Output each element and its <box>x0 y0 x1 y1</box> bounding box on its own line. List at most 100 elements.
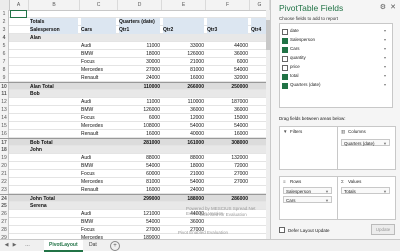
cell[interactable] <box>10 210 27 218</box>
field-checkbox[interactable] <box>282 46 288 53</box>
cell[interactable] <box>30 122 78 130</box>
cell[interactable]: 121000 <box>119 210 160 218</box>
field-item[interactable]: Quarters (date) ▾ <box>282 81 390 89</box>
row-number[interactable]: 20 <box>0 162 9 170</box>
select-all-corner[interactable] <box>0 0 10 10</box>
cell[interactable] <box>30 226 78 234</box>
cell[interactable] <box>30 170 78 178</box>
cell[interactable]: Alan <box>30 34 78 42</box>
cell[interactable] <box>81 146 116 154</box>
column-header-d[interactable]: D <box>118 0 162 10</box>
cell[interactable] <box>207 34 248 42</box>
cell[interactable]: Focus <box>81 58 116 66</box>
cell[interactable]: 36000 <box>207 106 248 114</box>
cell[interactable] <box>30 50 78 58</box>
row-number[interactable]: 23 <box>0 186 9 194</box>
cell[interactable] <box>119 10 160 18</box>
defer-checkbox[interactable] <box>279 227 285 233</box>
cell[interactable] <box>163 18 204 26</box>
cell[interactable] <box>10 226 27 234</box>
cell[interactable]: 81000 <box>163 66 204 74</box>
row-number[interactable]: 6 <box>0 50 9 58</box>
cell[interactable] <box>10 202 27 210</box>
field-item[interactable]: date ▾ <box>282 27 390 35</box>
cell[interactable]: 126000 <box>119 106 160 114</box>
cell[interactable]: 27000 <box>207 178 248 186</box>
prev-sheet-icon[interactable]: ◀ <box>3 242 10 249</box>
cell[interactable]: 54000 <box>207 122 248 130</box>
cell[interactable]: 36000 <box>163 106 204 114</box>
cell[interactable] <box>10 170 27 178</box>
cell[interactable] <box>10 98 27 106</box>
cell[interactable] <box>10 130 27 138</box>
cell[interactable]: Focus <box>81 114 116 122</box>
row-number[interactable]: 11 <box>0 90 9 98</box>
rows-area[interactable]: ≡ Rows Salesperson ▼ Cars ▼ <box>279 176 338 220</box>
field-checkbox[interactable] <box>282 82 288 89</box>
row-number[interactable]: 4 <box>0 34 9 42</box>
cell[interactable] <box>30 178 78 186</box>
rows-field-chip-cars[interactable]: Cars ▼ <box>283 196 332 203</box>
cell[interactable]: 27000 <box>119 226 160 234</box>
column-header-c[interactable]: C <box>80 0 118 10</box>
row-number[interactable]: 16 <box>0 130 9 138</box>
cell[interactable] <box>10 58 27 66</box>
update-button[interactable]: Update <box>371 224 395 235</box>
cell[interactable]: Cars <box>81 26 116 34</box>
cell[interactable]: BMW <box>81 162 116 170</box>
cell[interactable] <box>30 186 78 194</box>
cell[interactable] <box>10 34 27 42</box>
cell[interactable]: 36000 <box>207 50 248 58</box>
field-checkbox[interactable] <box>282 73 288 80</box>
row-number[interactable]: 3 <box>0 26 9 34</box>
cell[interactable] <box>207 146 248 154</box>
columns-area[interactable]: ▥ Columns Quarters (date) ▼ <box>337 126 396 170</box>
field-checkbox[interactable] <box>282 28 288 35</box>
defer-layout-update[interactable]: Defer Layout Update <box>279 226 330 233</box>
cell[interactable]: John <box>30 146 78 154</box>
cell[interactable]: Salesperson <box>30 26 78 34</box>
cell[interactable]: Mercedes <box>81 122 116 130</box>
cell[interactable]: Focus <box>81 170 116 178</box>
row-number[interactable]: 14 <box>0 114 9 122</box>
cell[interactable]: Totals <box>30 18 78 26</box>
cell[interactable]: Qtr1 <box>119 26 160 34</box>
cell[interactable] <box>207 90 248 98</box>
cell[interactable]: 33000 <box>163 42 204 50</box>
cell[interactable]: 44000 <box>207 42 248 50</box>
row-number[interactable]: 18 <box>0 146 9 154</box>
cell[interactable]: Audi <box>81 210 116 218</box>
cell[interactable]: 27000 <box>119 66 160 74</box>
row-number[interactable]: 5 <box>0 42 9 50</box>
cell[interactable]: 88000 <box>163 154 204 162</box>
cell[interactable]: BMW <box>81 50 116 58</box>
values-field-chip[interactable]: Totals ▼ <box>341 187 390 194</box>
cell[interactable] <box>10 66 27 74</box>
cell[interactable] <box>163 10 204 18</box>
cell[interactable]: 16000 <box>119 186 160 194</box>
cell[interactable]: 132000 <box>207 154 248 162</box>
cell[interactable]: Qtr3 <box>207 26 248 34</box>
cell[interactable] <box>10 114 27 122</box>
cell[interactable] <box>10 178 27 186</box>
sheet-tab-data[interactable]: Dat <box>84 240 102 250</box>
cell[interactable] <box>30 218 78 226</box>
cell[interactable]: 6000 <box>119 114 160 122</box>
filters-area[interactable]: ▼ Filters <box>279 126 338 170</box>
cell[interactable]: Renault <box>81 74 116 82</box>
cell[interactable]: Renault <box>81 186 116 194</box>
cell[interactable] <box>10 26 27 34</box>
cell[interactable] <box>10 74 27 82</box>
cell[interactable]: Mercedes <box>81 66 116 74</box>
field-checkbox[interactable] <box>282 64 288 71</box>
cell[interactable]: Qtr2 <box>163 26 204 34</box>
cell[interactable] <box>30 74 78 82</box>
cell[interactable] <box>119 146 160 154</box>
cell[interactable]: Audi <box>81 154 116 162</box>
chevron-down-icon[interactable]: ▼ <box>383 188 387 195</box>
cell[interactable]: 18000 <box>119 50 160 58</box>
cell[interactable]: 6000 <box>207 58 248 66</box>
row-number[interactable]: 25 <box>0 202 9 210</box>
cell[interactable]: 16000 <box>207 130 248 138</box>
chevron-down-icon[interactable]: ▾ <box>384 63 386 71</box>
